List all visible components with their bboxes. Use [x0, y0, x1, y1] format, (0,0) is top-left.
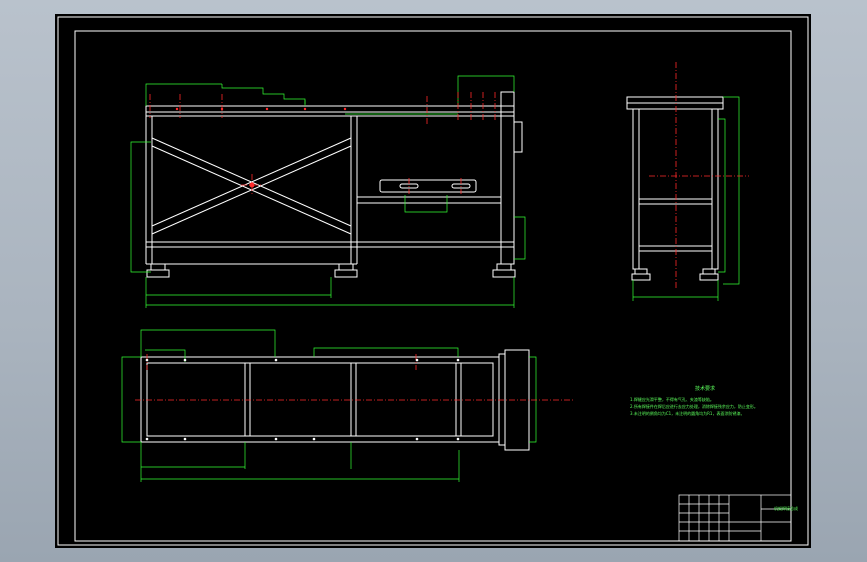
note-line: 1.焊缝应光滑平整，不得有气孔、夹渣等缺陷。: [630, 397, 714, 402]
top-view-holes: [145, 358, 460, 441]
front-view: [145, 91, 523, 278]
top-view-centerlines: [135, 354, 575, 401]
outer-border: [57, 16, 809, 546]
cad-drawing: [57, 16, 809, 546]
side-view-centerlines: [649, 62, 749, 290]
drawing-sheet: 技术要求 1.焊缝应光滑平整，不得有气孔、夹渣等缺陷。 2.所有焊接件在焊后应进…: [55, 14, 811, 548]
title-block: [678, 494, 792, 542]
note-line: 3.未注明的倒角均为C1，未注明的圆角均为R1，表面涂防锈漆。: [630, 411, 745, 416]
top-view-dimensions: [121, 329, 537, 482]
notes-title: 技术要求: [694, 386, 715, 392]
side-view: [626, 96, 724, 281]
note-line: 2.所有焊接件在焊后应进行去应力处理，消除焊接残余应力，防止变形。: [630, 404, 758, 409]
title-block-name: 机架焊接总成: [774, 506, 798, 511]
technical-requirements: 技术要求 1.焊缝应光滑平整，不得有气孔、夹渣等缺陷。 2.所有焊接件在焊后应进…: [630, 386, 810, 417]
inner-border: [74, 30, 792, 542]
front-view-holes: [175, 107, 347, 188]
